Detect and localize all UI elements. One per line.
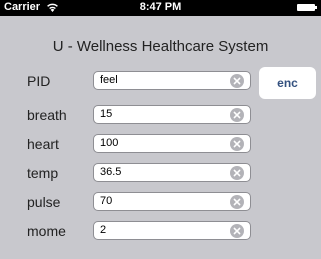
form-row-temp: temp 36.5 bbox=[0, 163, 321, 183]
pulse-field[interactable]: 70 bbox=[93, 192, 251, 211]
breath-field[interactable]: 15 bbox=[93, 105, 251, 124]
battery-icon bbox=[297, 4, 317, 11]
mome-label: mome bbox=[27, 223, 66, 239]
clear-icon[interactable] bbox=[230, 195, 244, 209]
clear-icon[interactable] bbox=[230, 166, 244, 180]
pid-label: PID bbox=[27, 73, 51, 89]
temp-value: 36.5 bbox=[100, 166, 122, 178]
form-row-pulse: pulse 70 bbox=[0, 192, 321, 212]
status-bar: Carrier 8:47 PM bbox=[0, 0, 321, 16]
pulse-label: pulse bbox=[27, 194, 61, 210]
heart-value: 100 bbox=[100, 137, 119, 149]
temp-label: temp bbox=[27, 165, 59, 181]
clear-icon[interactable] bbox=[230, 137, 244, 151]
status-time: 8:47 PM bbox=[139, 1, 182, 13]
clear-icon[interactable] bbox=[230, 74, 244, 88]
form-row-mome: mome 2 bbox=[0, 221, 321, 241]
form-row-heart: heart 100 bbox=[0, 134, 321, 154]
heart-field[interactable]: 100 bbox=[93, 134, 251, 153]
clear-icon[interactable] bbox=[230, 108, 244, 122]
mome-value: 2 bbox=[100, 224, 107, 236]
breath-label: breath bbox=[27, 107, 67, 123]
temp-field[interactable]: 36.5 bbox=[93, 163, 251, 182]
mome-field[interactable]: 2 bbox=[93, 221, 251, 240]
breath-value: 15 bbox=[100, 108, 113, 120]
heart-label: heart bbox=[27, 136, 59, 152]
app-title: U - Wellness Healthcare System bbox=[52, 38, 269, 55]
form-row-breath: breath 15 bbox=[0, 105, 321, 125]
clear-icon[interactable] bbox=[230, 224, 244, 238]
pulse-value: 70 bbox=[100, 195, 113, 207]
enc-button[interactable]: enc bbox=[259, 67, 316, 99]
pid-value: feel bbox=[100, 74, 118, 86]
pid-field[interactable]: feel bbox=[93, 71, 251, 90]
